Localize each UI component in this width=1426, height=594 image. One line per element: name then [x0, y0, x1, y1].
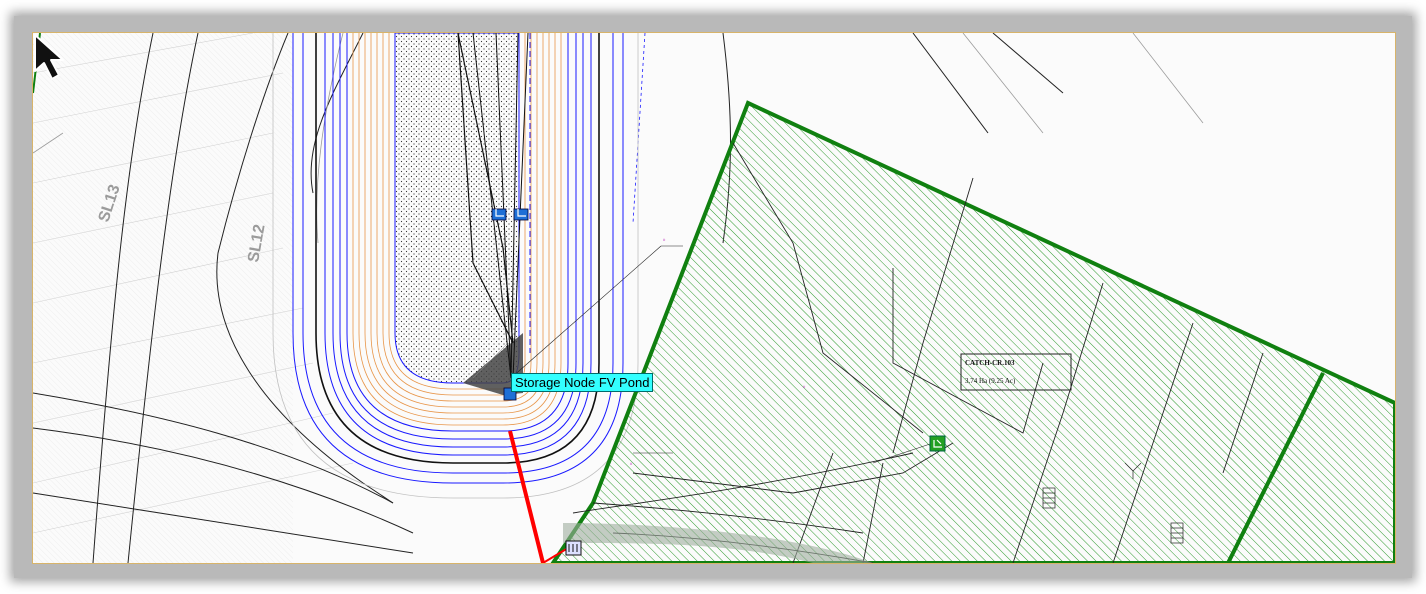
plan-view-canvas[interactable]: SL13 SL12 CATCH-CR.103 3.74 Ha (9.25 Ac): [32, 32, 1396, 564]
inlet-node-icon[interactable]: [929, 435, 946, 452]
lot-area-left: [33, 33, 293, 563]
node-tooltip: Storage Node FV Pond: [511, 373, 654, 392]
drawing-layer: SL13 SL12 CATCH-CR.103 3.74 Ha (9.25 Ac): [33, 33, 1395, 563]
pond-bottom: [394, 33, 520, 384]
mouse-pointer-icon: [34, 34, 64, 80]
annotation-mark: #: [663, 237, 666, 242]
catchment-area-label: 3.74 Ha (9.25 Ac): [965, 377, 1016, 385]
catchment-name: CATCH-CR.103: [965, 359, 1015, 367]
outfall-node-icon[interactable]: [513, 208, 529, 221]
junction-node-icon[interactable]: [565, 540, 582, 556]
outfall-node-icon[interactable]: [491, 208, 507, 221]
catchment-area[interactable]: [550, 100, 1395, 563]
